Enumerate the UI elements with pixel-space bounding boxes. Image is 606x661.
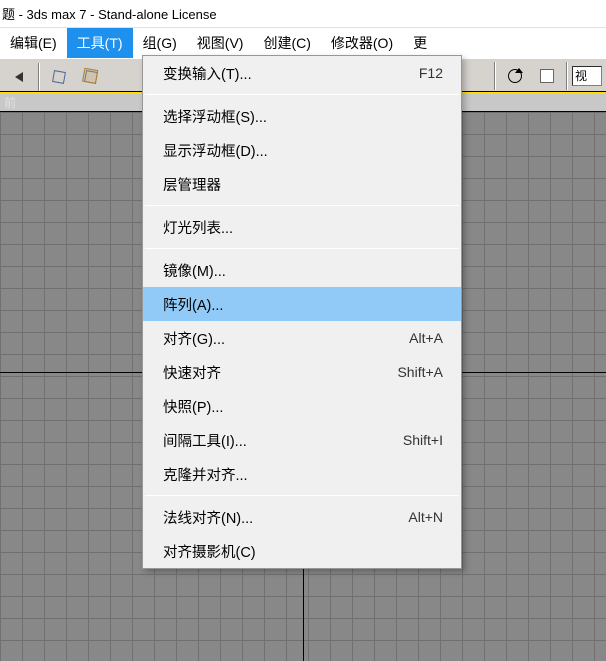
window-title-bar: 题 - 3ds max 7 - Stand-alone License: [0, 0, 606, 28]
menu-view[interactable]: 视图(V): [187, 28, 254, 58]
unlink-button[interactable]: [76, 62, 106, 92]
menu-shortcut: F12: [419, 65, 443, 81]
menu-bar: 编辑(E) 工具(T) 组(G) 视图(V) 创建(C) 修改器(O) 更: [0, 28, 606, 58]
menu-separator: [145, 248, 459, 249]
menu-light-lister[interactable]: 灯光列表...: [143, 210, 461, 244]
rotate-icon: [508, 69, 522, 83]
menu-label: 间隔工具(I)...: [163, 430, 247, 451]
toolbar-right-group: 视: [492, 61, 606, 91]
menu-label: 层管理器: [163, 174, 221, 195]
toolbar-left-group: [4, 62, 106, 92]
menu-normal-align[interactable]: 法线对齐(N)... Alt+N: [143, 500, 461, 534]
menu-create[interactable]: 创建(C): [253, 28, 320, 58]
menu-more[interactable]: 更: [403, 28, 437, 58]
window-title: 题 - 3ds max 7 - Stand-alone License: [2, 7, 217, 22]
menu-label: 克隆并对齐...: [163, 464, 248, 485]
menu-label: 选择浮动框(S)...: [163, 106, 267, 127]
menu-label: 镜像(M)...: [163, 260, 226, 281]
menu-spacing-tool[interactable]: 间隔工具(I)... Shift+I: [143, 423, 461, 457]
menu-label: 变换输入(T)...: [163, 63, 252, 84]
toolbar-separator: [566, 62, 568, 90]
menu-modifiers[interactable]: 修改器(O): [321, 28, 403, 58]
menu-align[interactable]: 对齐(G)... Alt+A: [143, 321, 461, 355]
coord-system-dropdown[interactable]: 视: [572, 66, 602, 86]
menu-shortcut: Alt+N: [408, 509, 443, 525]
menu-shortcut: Alt+A: [409, 330, 443, 346]
menu-display-floater[interactable]: 显示浮动框(D)...: [143, 133, 461, 167]
viewport-label: 前: [4, 94, 16, 111]
menu-label: 阵列(A)...: [163, 294, 223, 315]
menu-label: 快照(P)...: [163, 396, 223, 417]
menu-selection-floater[interactable]: 选择浮动框(S)...: [143, 99, 461, 133]
toolbar-separator: [494, 62, 496, 90]
link-button[interactable]: [44, 62, 74, 92]
undo-button[interactable]: [4, 62, 34, 92]
menu-edit[interactable]: 编辑(E): [0, 28, 67, 58]
menu-label: 对齐(G)...: [163, 328, 225, 349]
menu-mirror[interactable]: 镜像(M)...: [143, 253, 461, 287]
unlink-icon: [84, 70, 98, 84]
menu-label: 灯光列表...: [163, 217, 233, 238]
menu-label: 快速对齐: [163, 362, 221, 383]
menu-snapshot[interactable]: 快照(P)...: [143, 389, 461, 423]
rotate-button[interactable]: [500, 61, 530, 91]
menu-label: 法线对齐(N)...: [163, 507, 253, 528]
menu-separator: [145, 94, 459, 95]
menu-array[interactable]: 阵列(A)...: [143, 287, 461, 321]
menu-layer-manager[interactable]: 层管理器: [143, 167, 461, 201]
menu-label: 对齐摄影机(C): [163, 541, 256, 562]
link-icon: [52, 70, 66, 84]
region-button[interactable]: [532, 61, 562, 91]
toolbar-separator: [38, 63, 40, 91]
menu-quick-align[interactable]: 快速对齐 Shift+A: [143, 355, 461, 389]
arrow-left-icon: [15, 72, 23, 82]
menu-separator: [145, 495, 459, 496]
menu-label: 显示浮动框(D)...: [163, 140, 268, 161]
menu-shortcut: Shift+A: [397, 364, 443, 380]
menu-transform-type-in[interactable]: 变换输入(T)... F12: [143, 56, 461, 90]
menu-align-camera[interactable]: 对齐摄影机(C): [143, 534, 461, 568]
square-icon: [540, 69, 554, 83]
menu-group[interactable]: 组(G): [133, 28, 187, 58]
tools-dropdown-menu: 变换输入(T)... F12 选择浮动框(S)... 显示浮动框(D)... 层…: [142, 55, 462, 569]
menu-shortcut: Shift+I: [403, 432, 443, 448]
menu-clone-and-align[interactable]: 克隆并对齐...: [143, 457, 461, 491]
menu-separator: [145, 205, 459, 206]
menu-tools[interactable]: 工具(T): [67, 28, 133, 58]
